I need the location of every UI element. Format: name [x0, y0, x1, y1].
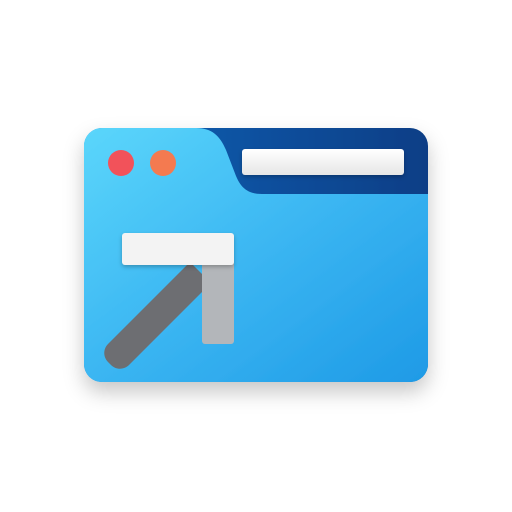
arrow-top	[122, 233, 234, 265]
minimize-dot-icon	[150, 150, 176, 176]
close-dot-icon	[108, 150, 134, 176]
shortcut-window-icon	[84, 128, 428, 382]
address-bar	[242, 149, 404, 175]
arrow-side	[202, 252, 234, 344]
app-icon-stage	[0, 0, 512, 512]
